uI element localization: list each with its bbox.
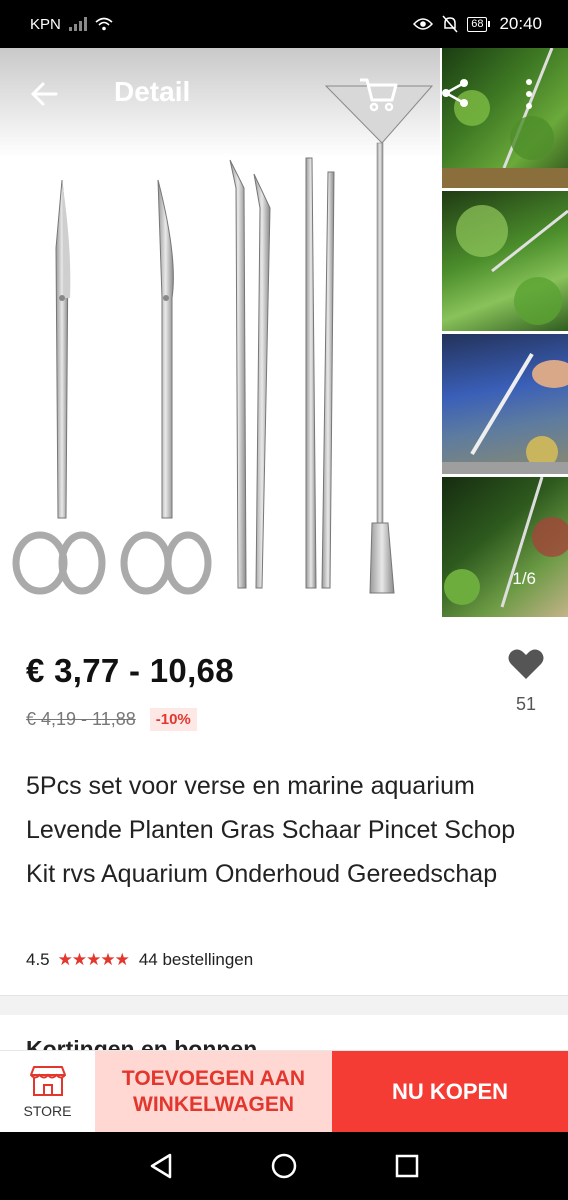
- battery-icon: 68: [467, 16, 491, 32]
- nav-home-button[interactable]: [264, 1146, 304, 1186]
- rating-stars: ★★★★★: [57, 950, 130, 969]
- top-bar: Detail: [0, 48, 568, 138]
- product-title: 5Pcs set voor verse en marine aquarium L…: [26, 772, 516, 888]
- bottom-action-bar: STORE TOEVOEGEN AAN WINKELWAGEN NU KOPEN: [0, 1050, 568, 1133]
- nav-recents-button[interactable]: [387, 1146, 427, 1186]
- rating-value: 4.5: [26, 950, 50, 969]
- rating-row[interactable]: 4.5 ★★★★★ 44 bestellingen: [26, 950, 253, 970]
- price-range: € 3,77 - 10,68: [26, 652, 234, 689]
- square-recents-icon: [395, 1154, 418, 1178]
- share-icon[interactable]: [438, 76, 472, 110]
- section-divider: [0, 995, 568, 1015]
- nav-back-button[interactable]: [141, 1146, 181, 1186]
- system-nav-bar: [0, 1132, 568, 1200]
- aquarium-photo-2: [456, 205, 568, 325]
- price-block: € 3,77 - 10,68: [26, 652, 234, 690]
- gallery-pager: 1/6: [512, 569, 536, 588]
- heart-icon: [508, 649, 544, 679]
- circle-home-icon: [271, 1153, 297, 1179]
- orders-count: 44 bestellingen: [138, 950, 254, 969]
- store-button[interactable]: STORE: [0, 1051, 95, 1133]
- more-vertical-icon[interactable]: [520, 76, 538, 112]
- original-price-row: € 4,19 - 11,88 -10%: [26, 708, 197, 731]
- gallery-thumbnail[interactable]: [442, 191, 568, 331]
- status-bar: KPN 68 20:40: [0, 0, 568, 48]
- eye-icon: [413, 18, 434, 30]
- store-label: STORE: [23, 1103, 72, 1119]
- discount-badge: -10%: [149, 708, 197, 731]
- triangle-back-icon: [151, 1153, 172, 1179]
- wishlist-button[interactable]: 51: [506, 648, 546, 728]
- clock: 20:40: [499, 14, 542, 33]
- wifi-icon: [95, 17, 113, 31]
- back-arrow-icon[interactable]: [28, 78, 60, 110]
- gallery-thumbnail[interactable]: [442, 334, 568, 474]
- buy-now-button[interactable]: NU KOPEN: [332, 1051, 568, 1133]
- aquarium-photo-4: [444, 477, 568, 608]
- page-title: Detail: [114, 76, 191, 107]
- cart-icon[interactable]: [356, 72, 400, 116]
- gallery-thumbnail[interactable]: 1/6: [442, 477, 568, 617]
- wishlist-count: 51: [515, 694, 537, 714]
- add-to-cart-button[interactable]: TOEVOEGEN AAN WINKELWAGEN: [95, 1051, 332, 1133]
- signal-icon: [68, 17, 87, 31]
- battery-level: 68: [467, 16, 488, 32]
- product-detail-screen: KPN 68 20:40 1/6 Detail € 3,77 - 10,68 €…: [0, 0, 568, 1200]
- carrier-label: KPN: [30, 15, 61, 33]
- original-price: € 4,19 - 11,88: [26, 709, 136, 729]
- aquarium-photo-3: [442, 352, 568, 474]
- mute-bell-icon: [442, 15, 458, 33]
- store-icon: [29, 1066, 66, 1096]
